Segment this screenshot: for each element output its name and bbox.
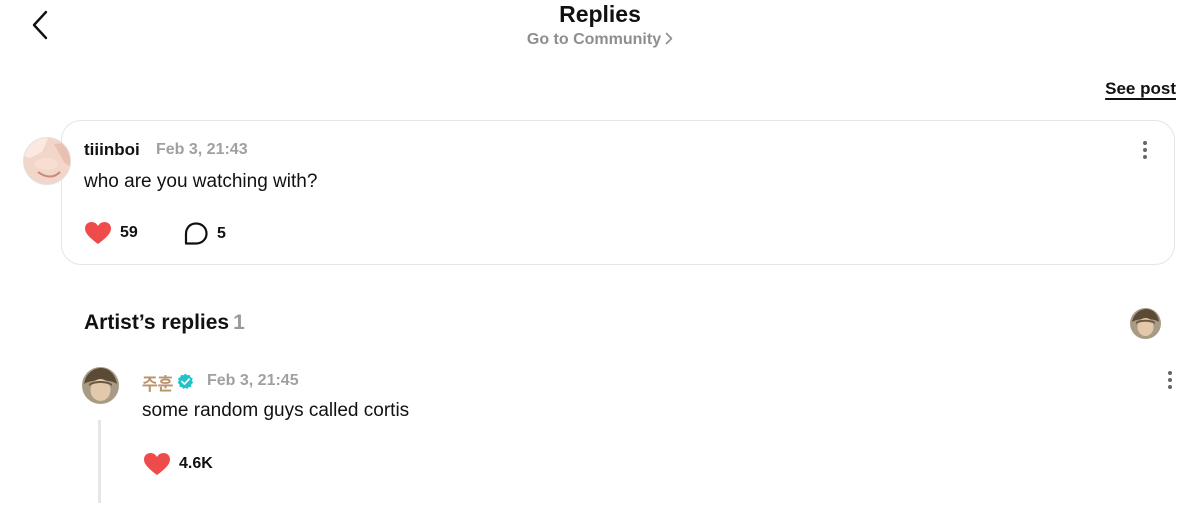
reply-like-count: 4.6K: [179, 455, 213, 472]
post-text: who are you watching with?: [84, 171, 318, 192]
artist-replies-title: Artist’s replies: [84, 311, 230, 334]
more-vertical-icon: [1168, 371, 1172, 389]
reply-like-button[interactable]: 4.6K: [143, 452, 213, 476]
artist-replies-heading: Artist’s replies 1: [84, 311, 245, 335]
avatar-image: [1130, 308, 1161, 339]
post-comment-count: 5: [217, 225, 226, 242]
post-comment-button[interactable]: 5: [183, 221, 226, 247]
reply-author-avatar[interactable]: [82, 367, 119, 404]
go-to-community-link[interactable]: Go to Community: [0, 31, 1200, 49]
avatar-image: [24, 138, 70, 184]
artist-replies-count: 1: [233, 311, 245, 334]
chevron-right-icon: [665, 32, 673, 45]
post-more-button[interactable]: [1136, 139, 1154, 163]
thread-line: [98, 420, 101, 503]
verified-badge-icon: [177, 373, 194, 389]
post-timestamp: Feb 3, 21:43: [156, 141, 248, 158]
post-author[interactable]: tiiinboi: [84, 140, 140, 160]
go-to-community-label: Go to Community: [526, 31, 662, 48]
heart-icon: [85, 222, 111, 244]
heart-icon: [144, 453, 170, 475]
post-author-avatar[interactable]: [23, 137, 71, 185]
post-like-count: 59: [120, 224, 138, 241]
reply-more-button[interactable]: [1161, 369, 1179, 393]
post-like-button[interactable]: 59: [84, 221, 138, 245]
see-post-link[interactable]: See post: [1105, 79, 1176, 99]
reply-author[interactable]: 주훈: [142, 370, 173, 395]
page-title: Replies: [559, 1, 641, 27]
reply-text: some random guys called cortis: [142, 400, 410, 421]
artist-avatar-button[interactable]: [1130, 308, 1161, 339]
avatar-image: [82, 367, 119, 404]
post-card: tiiinboi Feb 3, 21:43 who are you watchi…: [61, 120, 1175, 265]
more-vertical-icon: [1143, 141, 1147, 159]
reply-timestamp: Feb 3, 21:45: [207, 372, 299, 389]
comment-icon: [184, 222, 208, 245]
